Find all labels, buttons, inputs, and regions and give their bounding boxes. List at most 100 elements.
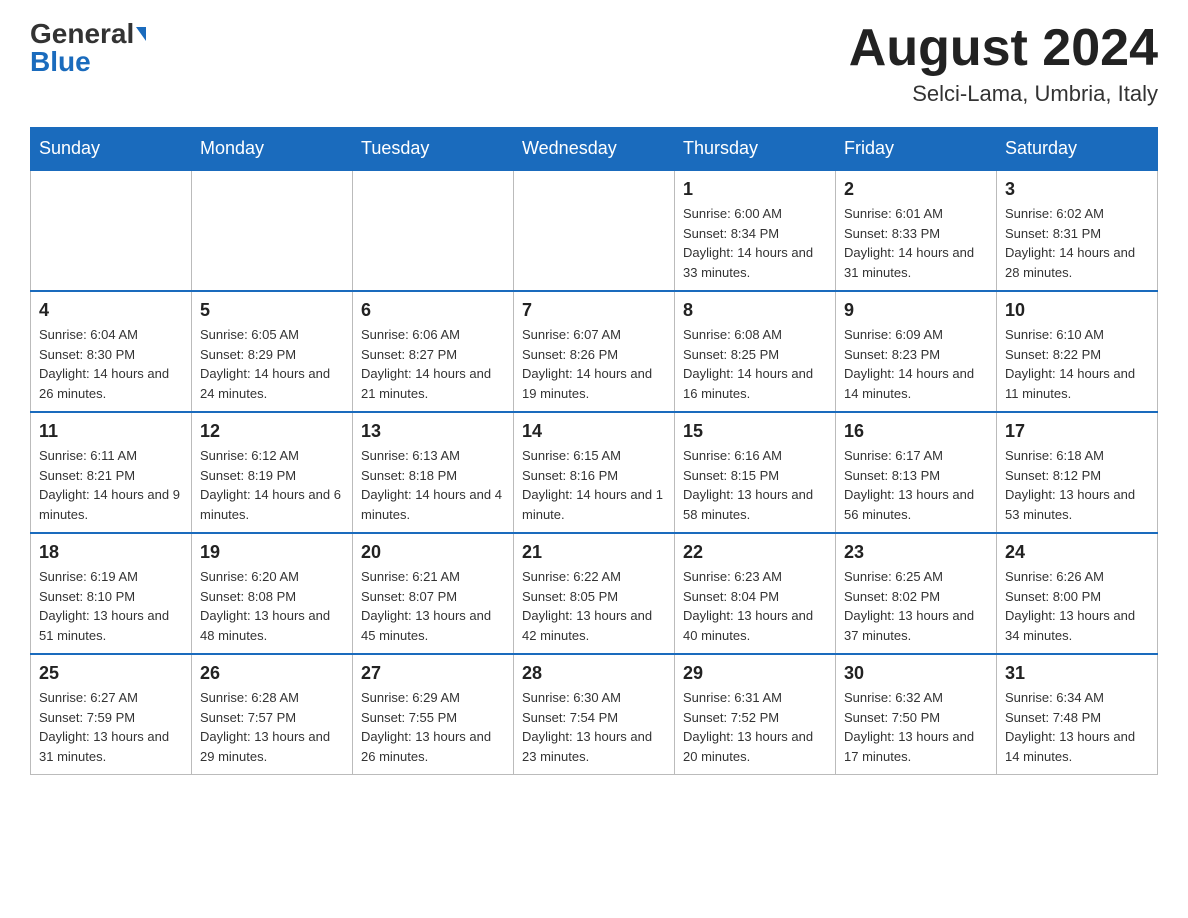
logo-blue-text: Blue — [30, 48, 91, 76]
calendar-header-monday: Monday — [192, 128, 353, 171]
day-number: 5 — [200, 300, 344, 321]
calendar-cell: 24 Sunrise: 6:26 AMSunset: 8:00 PMDayligh… — [997, 533, 1158, 654]
day-number: 9 — [844, 300, 988, 321]
day-number: 15 — [683, 421, 827, 442]
day-number: 2 — [844, 179, 988, 200]
day-number: 19 — [200, 542, 344, 563]
day-number: 29 — [683, 663, 827, 684]
calendar-cell: 2 Sunrise: 6:01 AMSunset: 8:33 PMDaylight… — [836, 170, 997, 291]
calendar-cell: 16Sunrise: 6:17 AMSunset: 8:13 PMDayligh… — [836, 412, 997, 533]
calendar-cell — [192, 170, 353, 291]
day-number: 12 — [200, 421, 344, 442]
day-info: Sunrise: 6:25 AMSunset: 8:02 PMDaylight:… — [844, 567, 988, 645]
calendar-cell — [514, 170, 675, 291]
day-info: Sunrise: 6:18 AMSunset: 8:12 PMDaylight:… — [1005, 446, 1149, 524]
day-info: Sunrise: 6:01 AMSunset: 8:33 PMDaylight:… — [844, 204, 988, 282]
day-info: Sunrise: 6:17 AMSunset: 8:13 PMDaylight:… — [844, 446, 988, 524]
calendar-header-tuesday: Tuesday — [353, 128, 514, 171]
calendar-cell: 18Sunrise: 6:19 AMSunset: 8:10 PMDayligh… — [31, 533, 192, 654]
week-row-3: 11Sunrise: 6:11 AMSunset: 8:21 PMDayligh… — [31, 412, 1158, 533]
calendar-cell: 1Sunrise: 6:00 AMSunset: 8:34 PMDaylight… — [675, 170, 836, 291]
day-info: Sunrise: 6:26 AMSunset: 8:00 PMDaylight:… — [1005, 567, 1149, 645]
day-info: Sunrise: 6:05 AMSunset: 8:29 PMDaylight:… — [200, 325, 344, 403]
calendar-cell: 29 Sunrise: 6:31 AMSunset: 7:52 PMDayligh… — [675, 654, 836, 775]
day-info: Sunrise: 6:31 AMSunset: 7:52 PMDaylight:… — [683, 688, 827, 766]
day-info: Sunrise: 6:09 AMSunset: 8:23 PMDaylight:… — [844, 325, 988, 403]
day-number: 13 — [361, 421, 505, 442]
calendar-cell — [31, 170, 192, 291]
day-info: Sunrise: 6:21 AMSunset: 8:07 PMDaylight:… — [361, 567, 505, 645]
day-info: Sunrise: 6:04 AMSunset: 8:30 PMDaylight:… — [39, 325, 183, 403]
day-number: 31 — [1005, 663, 1149, 684]
day-number: 20 — [361, 542, 505, 563]
day-number: 21 — [522, 542, 666, 563]
day-number: 25 — [39, 663, 183, 684]
calendar-cell — [353, 170, 514, 291]
day-number: 6 — [361, 300, 505, 321]
calendar-cell: 27Sunrise: 6:29 AMSunset: 7:55 PMDayligh… — [353, 654, 514, 775]
day-info: Sunrise: 6:27 AMSunset: 7:59 PMDaylight:… — [39, 688, 183, 766]
calendar-cell: 6 Sunrise: 6:06 AMSunset: 8:27 PMDaylight… — [353, 291, 514, 412]
logo-general-text: General — [30, 20, 134, 48]
day-info: Sunrise: 6:15 AMSunset: 8:16 PMDaylight:… — [522, 446, 666, 524]
day-number: 11 — [39, 421, 183, 442]
day-number: 24 — [1005, 542, 1149, 563]
title-block: August 2024 Selci-Lama, Umbria, Italy — [849, 20, 1158, 107]
week-row-4: 18Sunrise: 6:19 AMSunset: 8:10 PMDayligh… — [31, 533, 1158, 654]
calendar-cell: 8 Sunrise: 6:08 AMSunset: 8:25 PMDaylight… — [675, 291, 836, 412]
day-number: 4 — [39, 300, 183, 321]
day-info: Sunrise: 6:32 AMSunset: 7:50 PMDaylight:… — [844, 688, 988, 766]
day-info: Sunrise: 6:12 AMSunset: 8:19 PMDaylight:… — [200, 446, 344, 524]
week-row-1: 1Sunrise: 6:00 AMSunset: 8:34 PMDaylight… — [31, 170, 1158, 291]
calendar-cell: 19Sunrise: 6:20 AMSunset: 8:08 PMDayligh… — [192, 533, 353, 654]
calendar-cell: 9 Sunrise: 6:09 AMSunset: 8:23 PMDaylight… — [836, 291, 997, 412]
day-number: 17 — [1005, 421, 1149, 442]
day-info: Sunrise: 6:06 AMSunset: 8:27 PMDaylight:… — [361, 325, 505, 403]
calendar-table: SundayMondayTuesdayWednesdayThursdayFrid… — [30, 127, 1158, 775]
calendar-cell: 14 Sunrise: 6:15 AMSunset: 8:16 PMDayligh… — [514, 412, 675, 533]
day-number: 27 — [361, 663, 505, 684]
calendar-cell: 17 Sunrise: 6:18 AMSunset: 8:12 PMDayligh… — [997, 412, 1158, 533]
day-number: 22 — [683, 542, 827, 563]
calendar-header-wednesday: Wednesday — [514, 128, 675, 171]
calendar-cell: 13 Sunrise: 6:13 AMSunset: 8:18 PMDayligh… — [353, 412, 514, 533]
calendar-cell: 3Sunrise: 6:02 AMSunset: 8:31 PMDaylight… — [997, 170, 1158, 291]
day-info: Sunrise: 6:13 AMSunset: 8:18 PMDaylight:… — [361, 446, 505, 524]
location-text: Selci-Lama, Umbria, Italy — [849, 81, 1158, 107]
month-title: August 2024 — [849, 20, 1158, 77]
day-number: 23 — [844, 542, 988, 563]
calendar-cell: 26 Sunrise: 6:28 AMSunset: 7:57 PMDayligh… — [192, 654, 353, 775]
calendar-cell: 28 Sunrise: 6:30 AMSunset: 7:54 PMDayligh… — [514, 654, 675, 775]
calendar-header-row: SundayMondayTuesdayWednesdayThursdayFrid… — [31, 128, 1158, 171]
day-number: 28 — [522, 663, 666, 684]
logo-triangle-icon — [136, 27, 146, 41]
day-number: 7 — [522, 300, 666, 321]
calendar-header-thursday: Thursday — [675, 128, 836, 171]
day-info: Sunrise: 6:30 AMSunset: 7:54 PMDaylight:… — [522, 688, 666, 766]
day-info: Sunrise: 6:22 AMSunset: 8:05 PMDaylight:… — [522, 567, 666, 645]
calendar-header-saturday: Saturday — [997, 128, 1158, 171]
day-info: Sunrise: 6:23 AMSunset: 8:04 PMDaylight:… — [683, 567, 827, 645]
calendar-cell: 30 Sunrise: 6:32 AMSunset: 7:50 PMDayligh… — [836, 654, 997, 775]
calendar-cell: 10Sunrise: 6:10 AMSunset: 8:22 PMDayligh… — [997, 291, 1158, 412]
week-row-5: 25 Sunrise: 6:27 AMSunset: 7:59 PMDayligh… — [31, 654, 1158, 775]
day-info: Sunrise: 6:02 AMSunset: 8:31 PMDaylight:… — [1005, 204, 1149, 282]
calendar-cell: 4 Sunrise: 6:04 AMSunset: 8:30 PMDaylight… — [31, 291, 192, 412]
calendar-cell: 11Sunrise: 6:11 AMSunset: 8:21 PMDayligh… — [31, 412, 192, 533]
calendar-cell: 22 Sunrise: 6:23 AMSunset: 8:04 PMDayligh… — [675, 533, 836, 654]
day-info: Sunrise: 6:28 AMSunset: 7:57 PMDaylight:… — [200, 688, 344, 766]
day-number: 1 — [683, 179, 827, 200]
day-info: Sunrise: 6:16 AMSunset: 8:15 PMDaylight:… — [683, 446, 827, 524]
day-number: 30 — [844, 663, 988, 684]
day-number: 8 — [683, 300, 827, 321]
calendar-cell: 25 Sunrise: 6:27 AMSunset: 7:59 PMDayligh… — [31, 654, 192, 775]
page-header: General Blue August 2024 Selci-Lama, Umb… — [30, 20, 1158, 107]
calendar-cell: 23 Sunrise: 6:25 AMSunset: 8:02 PMDayligh… — [836, 533, 997, 654]
calendar-cell: 12 Sunrise: 6:12 AMSunset: 8:19 PMDayligh… — [192, 412, 353, 533]
day-info: Sunrise: 6:08 AMSunset: 8:25 PMDaylight:… — [683, 325, 827, 403]
calendar-cell: 31Sunrise: 6:34 AMSunset: 7:48 PMDayligh… — [997, 654, 1158, 775]
day-number: 26 — [200, 663, 344, 684]
day-number: 14 — [522, 421, 666, 442]
day-info: Sunrise: 6:07 AMSunset: 8:26 PMDaylight:… — [522, 325, 666, 403]
day-info: Sunrise: 6:10 AMSunset: 8:22 PMDaylight:… — [1005, 325, 1149, 403]
